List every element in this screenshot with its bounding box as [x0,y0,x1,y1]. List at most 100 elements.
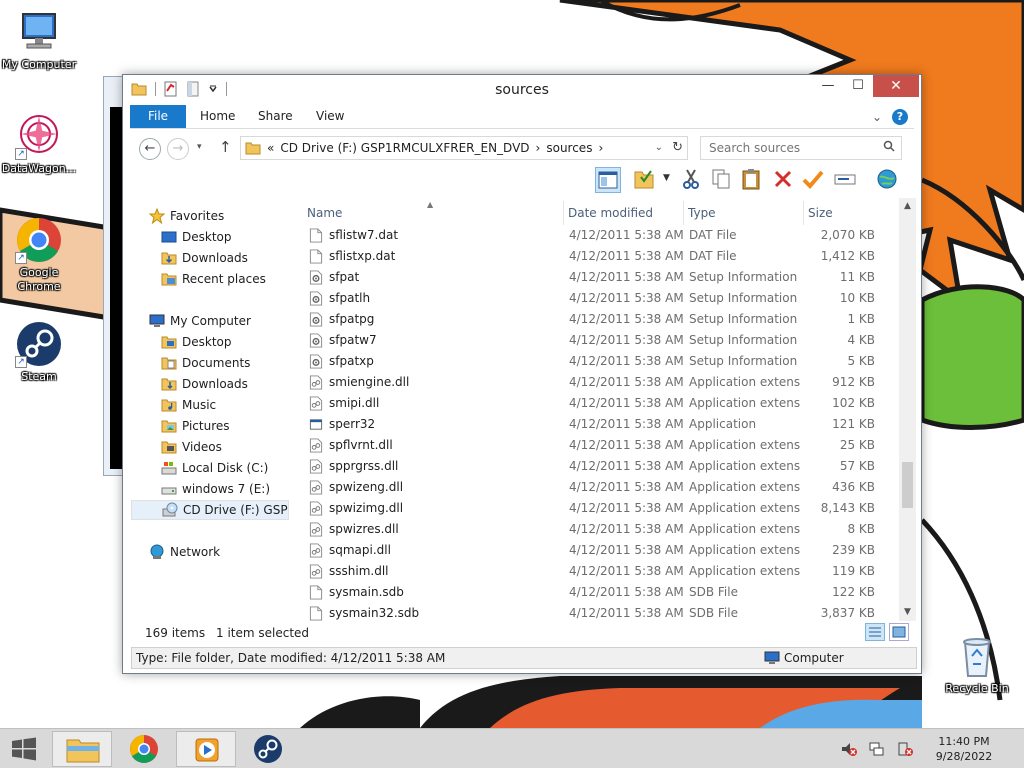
file-type: Application extens... [689,501,801,515]
dll-icon [309,501,323,516]
file-list[interactable]: Name ▲ Date modified Type Size sflistw7.… [303,201,899,621]
title-bar[interactable]: sources — ☐ ✕ [123,75,921,105]
help-icon[interactable]: ? [892,109,908,125]
address-dropdown-icon[interactable]: ⌄ [655,137,663,159]
nav-cd-drive-f[interactable]: CD Drive (F:) GSP1RMCULXFRER_EN_DVD [131,500,289,520]
desktop-icon-google-chrome[interactable]: ↗ Google Chrome [0,216,78,294]
desktop-icon-datawagon[interactable]: ↗ DataWagon... [0,112,78,176]
breadcrumb-overflow[interactable]: « [267,137,274,159]
table-row[interactable]: sperr32 4/12/2011 5:38 AM Application 121 K… [303,414,899,435]
setup-info-icon [309,270,323,285]
select-button[interactable] [801,167,827,193]
table-row[interactable]: smipi.dll 4/12/2011 5:38 AM Application ex… [303,393,899,414]
delete-button[interactable] [771,167,797,193]
tab-view[interactable]: View [306,105,354,128]
preview-pane-button[interactable] [595,167,621,193]
back-button[interactable]: ← [139,138,161,160]
large-icons-view-button[interactable] [889,623,909,641]
nav-documents[interactable]: Documents [161,353,250,373]
up-arrow-icon[interactable]: ↑ [219,138,232,156]
scroll-up-icon[interactable]: ▲ [899,198,916,215]
clock-time: 11:40 PM [938,735,990,748]
paste-button[interactable] [739,167,765,193]
table-row[interactable]: spwizeng.dll 4/12/2011 5:38 AM Application… [303,477,899,498]
table-row[interactable]: sflistw7.dat 4/12/2011 5:38 AM DAT File 2,0… [303,225,899,246]
cut-button[interactable] [679,167,705,193]
nav-favorites[interactable]: Favorites [149,206,224,226]
file-date: 4/12/2011 5:38 AM [569,564,684,578]
volume-muted-icon[interactable] [840,741,858,757]
nav-recent-places[interactable]: Recent places [161,269,266,289]
vertical-scrollbar[interactable]: ▲ ▼ [899,198,916,621]
expand-ribbon-icon[interactable]: ⌄ [872,110,882,124]
nav-pictures[interactable]: Pictures [161,416,230,436]
address-bar[interactable]: « CD Drive (F:) GSP1RMCULXFRER_EN_DVD › … [240,136,688,160]
network-status-icon[interactable] [868,741,886,757]
explorer-window[interactable]: sources — ☐ ✕ File Home Share View ⌄ ? ←… [122,74,922,674]
table-row[interactable]: sfpatpg 4/12/2011 5:38 AM Setup Informatio… [303,309,899,330]
taskbar-file-explorer[interactable] [52,731,112,767]
scroll-down-icon[interactable]: ▼ [899,604,916,621]
table-row[interactable]: spflvrnt.dll 4/12/2011 5:38 AM Application… [303,435,899,456]
action-center-alert-icon[interactable] [896,741,914,757]
nav-desktop[interactable]: Desktop [161,332,232,352]
start-button[interactable] [0,729,48,769]
internet-button[interactable] [875,167,901,193]
tab-share[interactable]: Share [248,105,303,128]
table-row[interactable]: sfpatlh 4/12/2011 5:38 AM Setup Informatio… [303,288,899,309]
table-row[interactable]: spwizimg.dll 4/12/2011 5:38 AM Application… [303,498,899,519]
recent-locations-icon[interactable]: ▾ [197,142,202,152]
maximize-button[interactable]: ☐ [843,75,873,97]
search-input[interactable] [707,137,867,159]
table-row[interactable]: sfpat 4/12/2011 5:38 AM Setup Information 1… [303,267,899,288]
breadcrumb-sources[interactable]: sources [546,137,592,159]
column-header-date[interactable]: Date modified [563,201,683,225]
table-row[interactable]: smiengine.dll 4/12/2011 5:38 AM Applicatio… [303,372,899,393]
search-box[interactable] [700,136,902,160]
scrollbar-thumb[interactable] [902,462,913,508]
taskbar-media-player[interactable] [176,731,236,767]
chevron-down-icon[interactable]: ▼ [663,173,670,183]
folder-options-button[interactable] [633,167,659,193]
minimize-button[interactable]: — [813,75,843,97]
desktop-icon-my-computer[interactable]: My Computer [0,8,78,72]
table-row[interactable]: spwizres.dll 4/12/2011 5:38 AM Application… [303,519,899,540]
breadcrumb-separator[interactable]: › [536,137,541,159]
table-row[interactable]: sqmapi.dll 4/12/2011 5:38 AM Application e… [303,540,899,561]
breadcrumb-drive[interactable]: CD Drive (F:) GSP1RMCULXFRER_EN_DVD [280,137,529,159]
table-row[interactable]: ssshim.dll 4/12/2011 5:38 AM Application e… [303,561,899,582]
column-header-size[interactable]: Size [803,201,883,225]
breadcrumb-separator[interactable]: › [598,137,603,159]
details-view-button[interactable] [865,623,885,641]
forward-button[interactable]: → [167,138,189,160]
column-header-type[interactable]: Type [683,201,803,225]
desktop-icon-recycle-bin[interactable]: Recycle Bin [938,632,1016,696]
nav-downloads-fav[interactable]: Downloads [161,248,248,268]
nav-desktop-fav[interactable]: Desktop [161,227,232,247]
nav-my-computer[interactable]: My Computer [149,311,251,331]
navigation-pane[interactable]: Favorites Desktop Downloads Recent place… [131,201,289,623]
nav-network[interactable]: Network [149,542,220,562]
copy-button[interactable] [709,167,735,193]
close-button[interactable]: ✕ [873,75,919,97]
table-row[interactable]: sysmain32.sdb 4/12/2011 5:38 AM SDB File 3,… [303,603,899,621]
tab-home[interactable]: Home [190,105,245,128]
refresh-icon[interactable]: ↻ [672,137,683,159]
table-row[interactable]: spprgrss.dll 4/12/2011 5:38 AM Application… [303,456,899,477]
nav-local-disk-c[interactable]: Local Disk (C:) [161,458,268,478]
nav-windows7-e[interactable]: windows 7 (E:) [161,479,270,499]
nav-videos[interactable]: Videos [161,437,222,457]
table-row[interactable]: sfpatxp 4/12/2011 5:38 AM Setup Informatio… [303,351,899,372]
taskbar-steam[interactable] [238,731,298,767]
desktop-icon-steam[interactable]: ↗ Steam [0,320,78,384]
nav-downloads[interactable]: Downloads [161,374,248,394]
rename-button[interactable] [833,167,859,193]
column-header-name[interactable]: Name ▲ [303,201,559,225]
table-row[interactable]: sfpatw7 4/12/2011 5:38 AM Setup Informatio… [303,330,899,351]
taskbar-chrome[interactable] [114,731,174,767]
tab-file[interactable]: File [130,105,186,128]
table-row[interactable]: sflistxp.dat 4/12/2011 5:38 AM DAT File 1,4… [303,246,899,267]
table-row[interactable]: sysmain.sdb 4/12/2011 5:38 AM SDB File 122 … [303,582,899,603]
nav-music[interactable]: Music [161,395,216,415]
taskbar-clock[interactable]: 11:40 PM 9/28/2022 [924,734,1004,764]
